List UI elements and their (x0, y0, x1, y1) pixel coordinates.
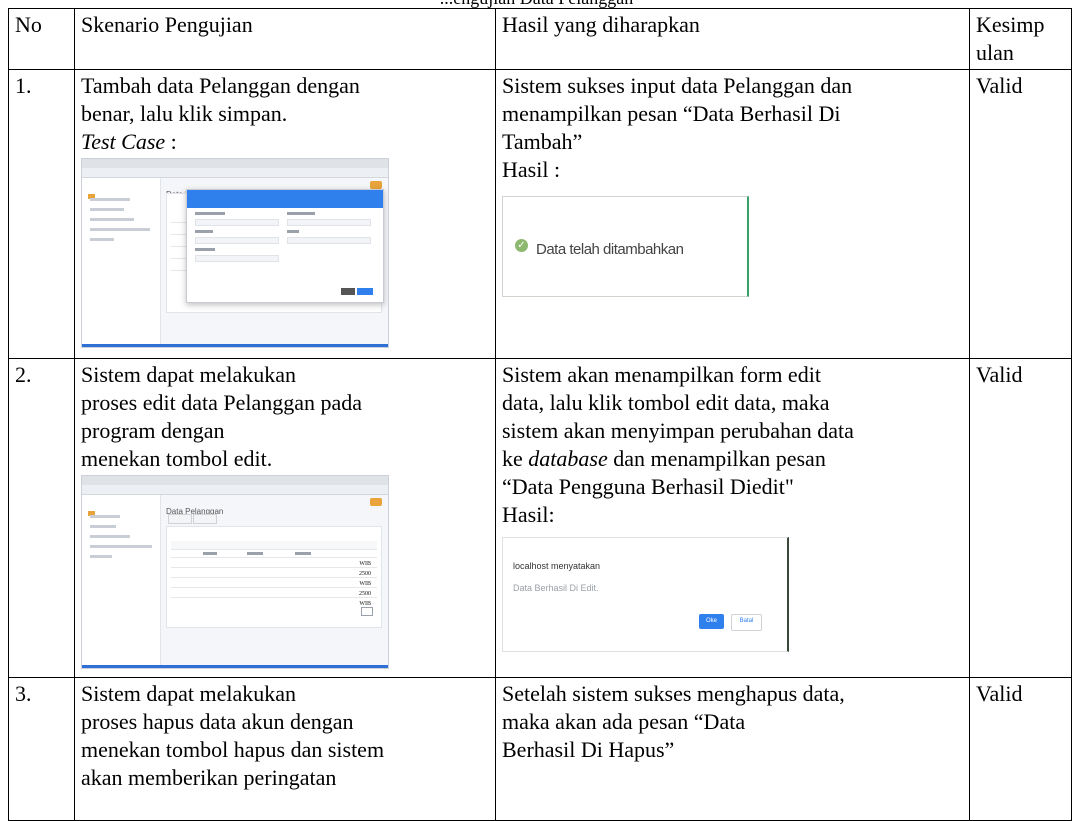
result-label: Hasil : (502, 157, 561, 182)
success-notification: ✓ Data telah ditambahkan (502, 196, 749, 297)
edit-confirmation-dialog: localhost menyatakan Data Berhasil Di Ed… (502, 537, 789, 652)
row-number: 3. (8, 677, 75, 821)
table-row: 2. Sistem dapat melakukan proses edit da… (8, 358, 1072, 678)
scenario-text: Tambah data Pelanggan dengan (81, 73, 360, 98)
scenario-text: benar, lalu klik simpan. (81, 101, 288, 126)
add-customer-modal (186, 189, 384, 303)
result-label: Hasil: (502, 502, 555, 527)
conclusion-cell: Valid (969, 358, 1072, 678)
table-caption: ...engujian Data Pelanggan (0, 0, 1073, 8)
header-no: No (8, 8, 75, 70)
row-number: 2. (8, 358, 75, 678)
notification-message: Data telah ditambahkan (536, 241, 684, 258)
test-case-label: Test Case : (81, 129, 177, 154)
header-hasil: Hasil yang diharapkan (495, 8, 970, 70)
check-circle-icon: ✓ (515, 239, 528, 252)
dialog-message: Data Berhasil Di Edit. (513, 583, 599, 593)
expected-result-cell: Setelah sistem sukses menghapus data, ma… (495, 677, 970, 821)
scenario-cell: Sistem dapat melakukan proses edit data … (74, 358, 496, 678)
header-kesimpulan: Kesimp ulan (969, 8, 1072, 70)
test-table: No Skenario Pengujian Hasil yang diharap… (8, 8, 1072, 821)
edit-customer-screenshot: ● ● ● Data Pelanggan (81, 475, 389, 669)
row-number: 1. (8, 69, 75, 359)
expected-result-cell: Sistem sukses input data Pelanggan dan m… (495, 69, 970, 359)
conclusion-cell: Valid (969, 677, 1072, 821)
add-customer-screenshot: ● ● ● Data Pelanggan (81, 158, 389, 348)
scenario-cell: Tambah data Pelanggan dengan benar, lalu… (74, 69, 496, 359)
header-skenario: Skenario Pengujian (74, 8, 496, 70)
ok-button: Oke (699, 614, 724, 629)
table-header-row: No Skenario Pengujian Hasil yang diharap… (8, 8, 1072, 70)
expected-result-cell: Sistem akan menampilkan form edit data, … (495, 358, 970, 678)
conclusion-cell: Valid (969, 69, 1072, 359)
table-row: 1. Tambah data Pelanggan dengan benar, l… (8, 69, 1072, 359)
cancel-button: Batal (731, 614, 762, 631)
table-row: 3. Sistem dapat melakukan proses hapus d… (8, 677, 1072, 821)
scenario-cell: Sistem dapat melakukan proses hapus data… (74, 677, 496, 821)
